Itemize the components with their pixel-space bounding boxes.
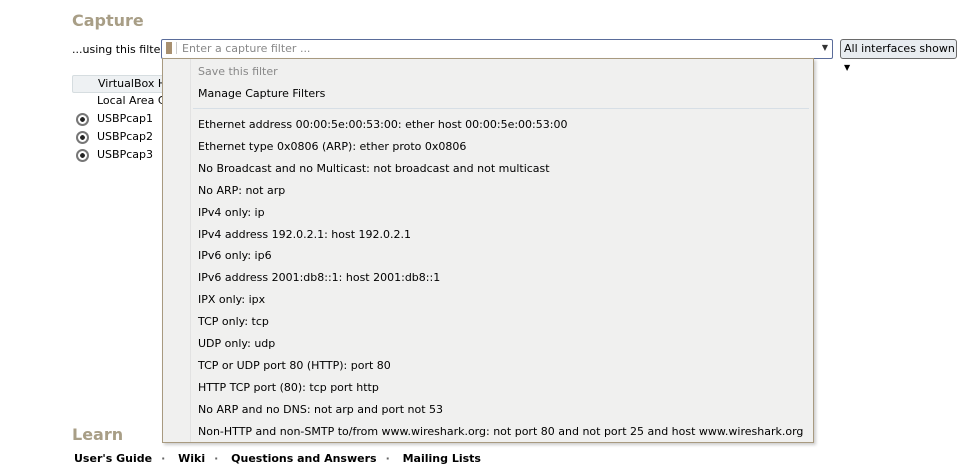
menu-item-manage-filters[interactable]: Manage Capture Filters xyxy=(198,87,325,100)
link-wiki[interactable]: Wiki xyxy=(178,452,205,465)
link-users-guide[interactable]: User's Guide xyxy=(74,452,152,465)
capture-filter-input[interactable]: Enter a capture filter ... ▼ xyxy=(161,39,833,59)
menu-item-filter[interactable]: IPv4 address 192.0.2.1: host 192.0.2.1 xyxy=(198,228,411,241)
capture-filter-menu: Save this filter Manage Capture Filters … xyxy=(162,58,814,443)
filter-label: ...using this filter: xyxy=(72,43,169,56)
menu-item-save-filter[interactable]: Save this filter xyxy=(198,65,278,78)
link-mailing-lists[interactable]: Mailing Lists xyxy=(403,452,481,465)
separator: · xyxy=(214,452,219,465)
usb-radio-icon xyxy=(76,131,89,144)
interface-name: USBPcap3 xyxy=(97,148,153,161)
separator: · xyxy=(385,452,390,465)
separator: · xyxy=(161,452,166,465)
menu-item-filter[interactable]: UDP only: udp xyxy=(198,337,275,350)
menu-item-filter[interactable]: TCP or UDP port 80 (HTTP): port 80 xyxy=(198,359,391,372)
menu-item-filter[interactable]: IPv4 only: ip xyxy=(198,206,265,219)
menu-item-filter[interactable]: Ethernet address 00:00:5e:00:53:00: ethe… xyxy=(198,118,567,131)
menu-gutter xyxy=(190,59,191,442)
menu-item-filter[interactable]: Ethernet type 0x0806 (ARP): ether proto … xyxy=(198,140,466,153)
interfaces-button-label: All interfaces shown xyxy=(844,42,955,55)
learn-links: User's Guide · Wiki · Questions and Answer… xyxy=(74,452,481,465)
menu-item-filter[interactable]: No Broadcast and no Multicast: not broad… xyxy=(198,162,550,175)
interface-name: USBPcap2 xyxy=(97,130,153,143)
menu-item-filter[interactable]: TCP only: tcp xyxy=(198,315,269,328)
bookmark-icon[interactable] xyxy=(166,42,177,54)
menu-item-filter[interactable]: IPv6 address 2001:db8::1: host 2001:db8:… xyxy=(198,271,440,284)
menu-item-filter[interactable]: IPv6 only: ip6 xyxy=(198,249,272,262)
usb-radio-icon xyxy=(76,149,89,162)
menu-item-filter[interactable]: HTTP TCP port (80): tcp port http xyxy=(198,381,379,394)
learn-heading: Learn xyxy=(72,425,124,444)
filter-placeholder: Enter a capture filter ... xyxy=(182,42,311,55)
link-questions-and-answers[interactable]: Questions and Answers xyxy=(231,452,376,465)
chevron-down-icon[interactable]: ▼ xyxy=(822,43,828,52)
caret-down-icon: ▼ xyxy=(844,63,851,72)
capture-heading: Capture xyxy=(72,11,144,30)
interfaces-shown-button[interactable]: All interfaces shown ▼ xyxy=(840,39,957,72)
menu-item-filter[interactable]: IPX only: ipx xyxy=(198,293,265,306)
menu-item-filter[interactable]: No ARP: not arp xyxy=(198,184,285,197)
menu-item-filter[interactable]: No ARP and no DNS: not arp and port not … xyxy=(198,403,443,416)
usb-radio-icon xyxy=(76,113,89,126)
interface-name: USBPcap1 xyxy=(97,112,153,125)
menu-separator xyxy=(193,108,809,109)
menu-item-filter[interactable]: Non-HTTP and non-SMTP to/from www.wiresh… xyxy=(198,425,803,438)
